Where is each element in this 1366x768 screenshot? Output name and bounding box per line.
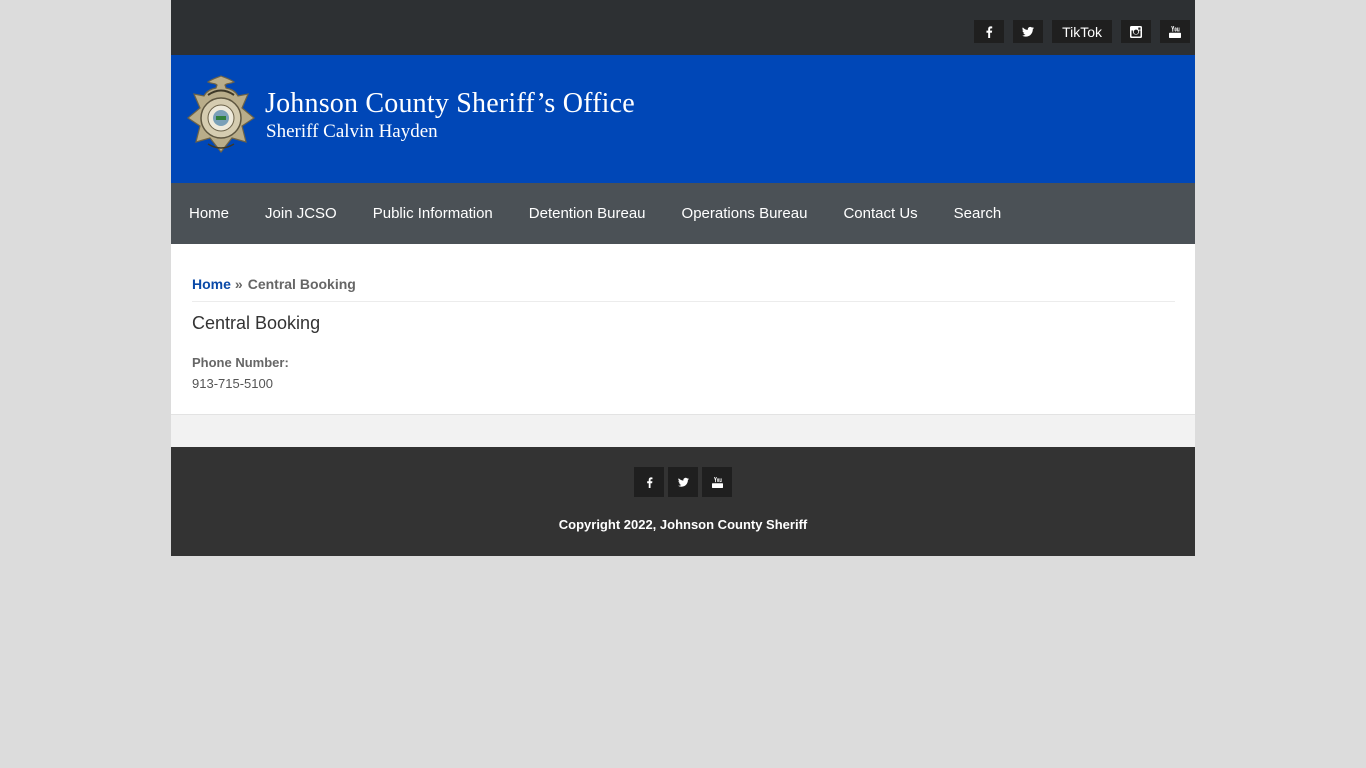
top-social-links: TikTok <box>974 20 1190 43</box>
sheriff-badge-logo[interactable] <box>186 72 256 164</box>
twitter-icon <box>1022 26 1035 37</box>
facebook-link[interactable] <box>974 20 1005 43</box>
page-wrapper: TikTok Johnson County Sheriff’s Office S… <box>171 0 1195 556</box>
breadcrumb: Home» Central Booking <box>192 276 356 292</box>
twitter-link[interactable] <box>1013 20 1044 43</box>
page-title: Central Booking <box>192 313 321 333</box>
instagram-link[interactable] <box>1121 20 1151 43</box>
nav-item-public-information[interactable]: Public Information <box>355 183 511 244</box>
main-nav: Home Join JCSO Public Information Detent… <box>171 183 1195 244</box>
nav-item-join-jcso[interactable]: Join JCSO <box>247 183 355 244</box>
nav-item-detention-bureau[interactable]: Detention Bureau <box>511 183 664 244</box>
nav-item-search[interactable]: Search <box>936 183 1020 244</box>
top-bar: TikTok <box>171 0 1195 55</box>
footer-youtube-link[interactable] <box>702 467 732 497</box>
footer-facebook-link[interactable] <box>634 467 664 497</box>
main-content: Home» Central Booking Central Booking Pho… <box>171 244 1195 414</box>
breadcrumb-home-link[interactable]: Home <box>192 276 231 292</box>
tiktok-link[interactable]: TikTok <box>1052 20 1112 43</box>
facebook-icon <box>646 476 652 488</box>
nav-item-operations-bureau[interactable]: Operations Bureau <box>664 183 826 244</box>
facebook-icon <box>986 25 993 38</box>
content-bottom-band <box>171 414 1195 447</box>
phone-label: Phone Number: <box>192 355 289 370</box>
instagram-icon <box>1130 25 1142 38</box>
youtube-icon <box>711 476 723 488</box>
copyright-text: Copyright 2022, Johnson County Sheriff <box>558 517 808 532</box>
site-header: Johnson County Sheriff’s Office Sheriff … <box>171 55 1195 183</box>
site-footer: Copyright 2022, Johnson County Sheriff <box>171 447 1195 556</box>
site-subtitle: Sheriff Calvin Hayden <box>266 121 438 142</box>
nav-item-home[interactable]: Home <box>171 183 247 244</box>
twitter-icon <box>677 477 689 487</box>
phone-value: 913-715-5100 <box>192 376 273 391</box>
site-title[interactable]: Johnson County Sheriff’s Office <box>265 88 635 120</box>
youtube-icon <box>1169 25 1181 38</box>
breadcrumb-current: Central Booking <box>247 276 356 292</box>
footer-social-links <box>634 467 732 497</box>
nav-item-contact-us[interactable]: Contact Us <box>825 183 935 244</box>
youtube-link[interactable] <box>1160 20 1190 43</box>
footer-twitter-link[interactable] <box>668 467 698 497</box>
content-divider <box>192 301 1175 302</box>
breadcrumb-separator: » <box>234 276 243 292</box>
